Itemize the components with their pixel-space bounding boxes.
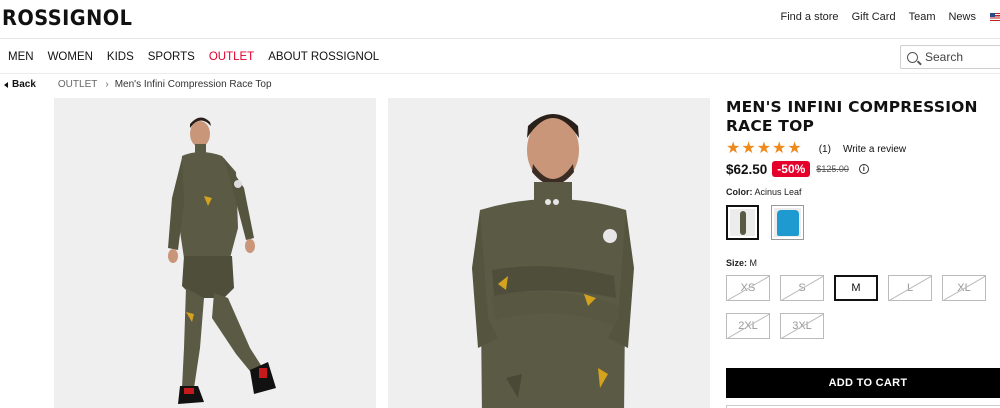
- size-s[interactable]: S: [780, 275, 824, 301]
- info-icon[interactable]: i: [858, 164, 869, 174]
- product-info: MEN'S INFINI COMPRESSION RACE TOP ★ ★ ★ …: [726, 98, 1000, 351]
- swatch-blue[interactable]: [771, 205, 804, 240]
- color-swatches: [726, 205, 1000, 240]
- size-options: XS S M L XL 2XL 3XL: [726, 275, 1000, 351]
- discount-badge: -50%: [772, 161, 811, 177]
- size-label: Size:: [726, 258, 748, 268]
- star-icon: ★: [756, 140, 772, 157]
- write-review-link[interactable]: Write a review: [843, 144, 906, 155]
- nav-outlet[interactable]: OUTLET: [209, 51, 254, 63]
- sale-price: $62.50: [726, 161, 768, 177]
- star-icon: ★: [741, 140, 756, 157]
- product-image-closeup[interactable]: [388, 98, 710, 408]
- back-button[interactable]: Back: [4, 79, 36, 90]
- rating-row: ★ ★ ★ ★ ★ (1) Write a review: [726, 141, 1000, 157]
- star-icon: ★: [787, 140, 802, 157]
- utility-nav: Find a store Gift Card Team News: [767, 11, 1000, 23]
- breadcrumb-outlet[interactable]: OUTLET: [58, 79, 97, 90]
- nav-about[interactable]: ABOUT ROSSIGNOL: [268, 51, 379, 63]
- main-nav: MEN WOMEN KIDS SPORTS OUTLET ABOUT ROSSI…: [8, 51, 393, 63]
- search-box[interactable]: [900, 45, 1000, 69]
- price-row: $62.50 -50% $125.00 i: [726, 161, 1000, 177]
- color-label: Color:: [726, 187, 753, 197]
- review-count[interactable]: (1): [819, 144, 831, 155]
- logo[interactable]: ROSSIGNOL: [2, 6, 132, 30]
- size-3xl[interactable]: 3XL: [780, 313, 824, 339]
- find-store-link[interactable]: Find a store: [780, 11, 838, 23]
- size-l[interactable]: L: [888, 275, 932, 301]
- product-title: MEN'S INFINI COMPRESSION RACE TOP: [726, 98, 978, 135]
- star-rating[interactable]: ★ ★ ★ ★ ★: [726, 141, 803, 157]
- star-icon: ★: [726, 140, 741, 157]
- swatch-figure-icon: [739, 210, 746, 235]
- size-xs[interactable]: XS: [726, 275, 770, 301]
- team-link[interactable]: Team: [909, 11, 936, 23]
- breadcrumb-current: Men's Infini Compression Race Top: [114, 79, 272, 90]
- nav-kids[interactable]: KIDS: [107, 51, 134, 63]
- color-value: Acinus Leaf: [754, 187, 802, 197]
- model-closeup-illustration: [472, 114, 634, 408]
- original-price: $125.00: [816, 164, 849, 174]
- us-flag-icon[interactable]: [990, 13, 1000, 21]
- add-to-cart-button[interactable]: ADD TO CART: [726, 368, 1000, 398]
- size-value: M: [749, 258, 758, 268]
- news-link[interactable]: News: [948, 11, 976, 23]
- breadcrumb-separator: ›: [105, 79, 109, 90]
- back-arrow-icon: [4, 81, 8, 88]
- color-label-row: Color: Acinus Leaf: [726, 187, 1000, 197]
- nav-women[interactable]: WOMEN: [48, 51, 93, 63]
- gift-card-link[interactable]: Gift Card: [852, 11, 896, 23]
- size-m[interactable]: M: [834, 275, 878, 301]
- swatch-top-icon: [776, 209, 799, 236]
- nav-men[interactable]: MEN: [8, 51, 34, 63]
- nav-sports[interactable]: SPORTS: [148, 51, 195, 63]
- back-label: Back: [12, 79, 36, 90]
- nav-divider: [0, 73, 1000, 74]
- star-icon: ★: [772, 140, 787, 157]
- size-2xl[interactable]: 2XL: [726, 313, 770, 339]
- header-divider: [0, 38, 1000, 39]
- swatch-acinus-leaf[interactable]: [726, 205, 759, 240]
- model-full-body-illustration: [168, 117, 276, 404]
- search-input[interactable]: [925, 50, 995, 64]
- size-xl[interactable]: XL: [942, 275, 986, 301]
- search-icon[interactable]: [907, 51, 918, 63]
- size-label-row: Size: M: [726, 258, 1000, 268]
- breadcrumb: Back OUTLET › Men's Infini Compression R…: [4, 79, 272, 90]
- product-image-full-body[interactable]: [54, 98, 376, 408]
